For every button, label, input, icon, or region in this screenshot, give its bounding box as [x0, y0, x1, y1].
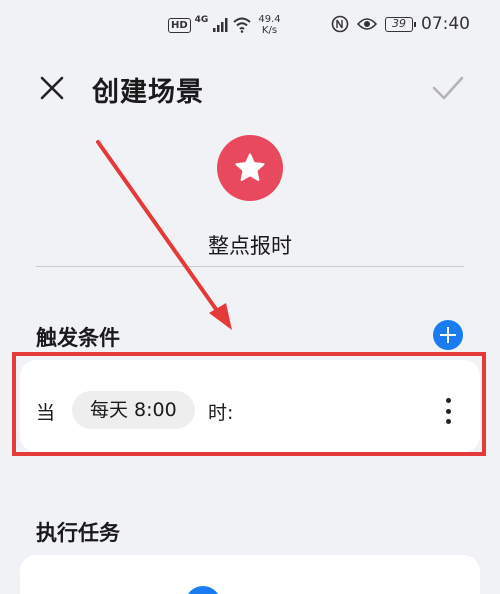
- header: 创建场景: [0, 60, 500, 116]
- net-speed-value: 49.4: [258, 14, 281, 25]
- eye-icon: [357, 18, 377, 30]
- battery-icon: 39: [385, 16, 416, 32]
- task-card[interactable]: [20, 555, 480, 594]
- net-speed: 49.4 K/s: [258, 14, 280, 36]
- tasks-section-title: 执行任务: [36, 521, 120, 545]
- name-divider: [36, 266, 464, 267]
- close-icon[interactable]: [36, 72, 68, 104]
- trigger-section-title: 触发条件: [36, 326, 120, 350]
- nfc-icon: [331, 15, 349, 33]
- page-title: 创建场景: [92, 77, 204, 108]
- status-center: HD 4G 49.4 K/s: [168, 14, 281, 36]
- signal-icon: [213, 18, 228, 32]
- status-time: 07:40: [421, 14, 470, 34]
- network-type: 4G: [194, 15, 209, 25]
- check-icon[interactable]: [430, 70, 466, 106]
- add-task-icon[interactable]: [185, 586, 221, 594]
- star-icon: [235, 153, 265, 181]
- annotation-highlight-box: [12, 352, 486, 456]
- status-bar: HD 4G 49.4 K/s 39 07:40: [0, 0, 500, 52]
- add-trigger-button[interactable]: [433, 320, 463, 350]
- hd-badge: HD: [168, 17, 191, 33]
- status-right: 39 07:40: [331, 14, 470, 34]
- scene-icon-button[interactable]: [217, 135, 283, 201]
- net-speed-unit: K/s: [261, 25, 278, 36]
- scene-name-field[interactable]: 整点报时: [0, 230, 500, 260]
- wifi-icon: [233, 17, 251, 33]
